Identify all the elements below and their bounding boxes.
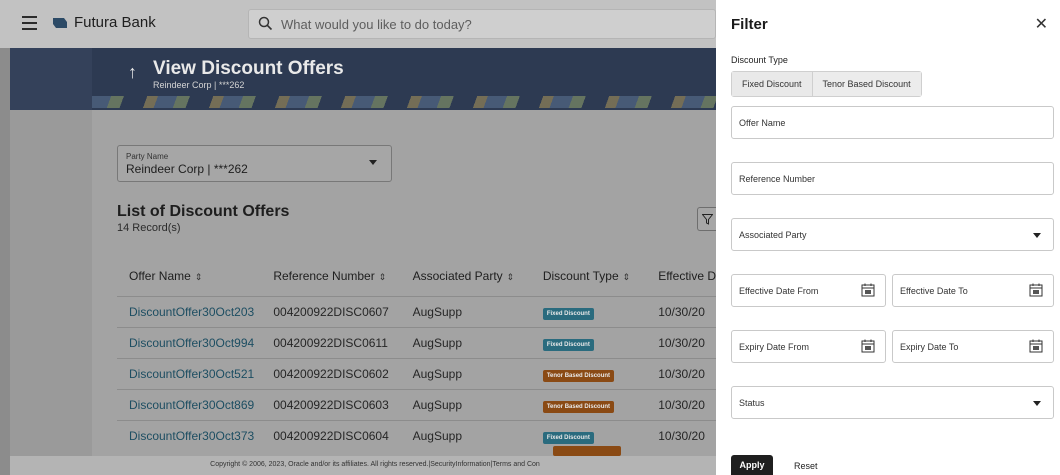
reference-number-cell: 004200922DISC0602 <box>261 357 401 389</box>
associated-party-cell: AugSupp <box>400 326 531 358</box>
effective-date-cell: 10/30/20 <box>646 419 716 451</box>
reference-number-cell: 004200922DISC0607 <box>261 295 401 327</box>
chevron-down-icon <box>369 160 377 165</box>
discount-type-label: Discount Type <box>731 55 788 65</box>
filter-button[interactable] <box>697 207 716 231</box>
column-header-reference-number[interactable]: Reference Number ⇕ <box>261 256 400 296</box>
associated-party-cell: AugSupp <box>400 419 531 451</box>
effective-date-cell: 10/30/20 <box>646 357 716 389</box>
discount-type-badge: Fixed Discount <box>542 338 594 351</box>
discount-type-cell: Fixed Discount <box>530 295 647 327</box>
party-name-label: Party Name <box>126 152 169 161</box>
search-bar[interactable]: What would you like to do today? <box>248 9 716 39</box>
offers-table: Offer Name ⇕ Reference Number ⇕ Associated… <box>117 256 716 451</box>
associated-party-cell: AugSupp <box>400 357 531 389</box>
table-row: DiscountOffer30Oct373 004200922DISC0604 Au… <box>117 419 716 451</box>
discount-type-badge: Tenor Based Discount <box>542 400 615 413</box>
discount-type-cell: Tenor Based Discount <box>530 357 647 389</box>
sort-icon[interactable]: ⇕ <box>379 272 387 282</box>
column-header-associated-party[interactable]: Associated Party ⇕ <box>401 256 531 296</box>
column-header-offer-name[interactable]: Offer Name ⇕ <box>117 256 261 296</box>
associated-party-cell: AugSupp <box>400 295 531 327</box>
filter-panel: Filter ✕ Discount Type Fixed Discount Te… <box>716 0 1060 475</box>
sort-icon[interactable]: ⇕ <box>623 272 631 282</box>
discount-type-toggle: Fixed Discount Tenor Based Discount <box>731 71 922 97</box>
effective-date-from-input[interactable]: Effective Date From <box>731 274 886 307</box>
column-header-effective-date[interactable]: Effective D <box>646 256 716 296</box>
effective-date-cell: 10/30/20 <box>646 388 716 420</box>
banner-decoration <box>92 96 716 108</box>
discount-type-badge: Fixed Discount <box>542 307 594 320</box>
filter-title: Filter <box>731 16 768 33</box>
left-strip <box>0 48 10 475</box>
table-row: DiscountOffer30Oct203 004200922DISC0607 Au… <box>117 295 716 327</box>
partial-badge <box>553 446 621 456</box>
page-title: View Discount Offers <box>153 58 344 79</box>
back-arrow-icon[interactable]: ↑ <box>128 62 137 83</box>
expiry-date-from-input[interactable]: Expiry Date From <box>731 330 886 363</box>
table-row: DiscountOffer30Oct521 004200922DISC0602 Au… <box>117 357 716 389</box>
offer-name-link[interactable]: DiscountOffer30Oct203 <box>117 295 262 327</box>
sort-icon[interactable]: ⇕ <box>195 272 203 282</box>
chevron-down-icon <box>1033 401 1041 406</box>
tenor-discount-option[interactable]: Tenor Based Discount <box>812 72 921 96</box>
table-header-row: Offer Name ⇕ Reference Number ⇕ Associated… <box>117 256 716 296</box>
discount-type-cell: Tenor Based Discount <box>530 388 647 420</box>
offer-name-link[interactable]: DiscountOffer30Oct521 <box>117 357 262 389</box>
calendar-icon[interactable] <box>1029 339 1043 353</box>
reset-button[interactable]: Reset <box>794 461 818 471</box>
expiry-date-to-input[interactable]: Expiry Date To <box>892 330 1054 363</box>
reference-number-cell: 004200922DISC0603 <box>261 388 401 420</box>
calendar-icon[interactable] <box>861 339 875 353</box>
sort-icon[interactable]: ⇕ <box>507 272 515 282</box>
record-count: 14 Record(s) <box>117 222 181 234</box>
party-name-select[interactable]: Party Name Reindeer Corp | ***262 <box>117 145 392 182</box>
chevron-down-icon <box>1033 233 1041 238</box>
table-row: DiscountOffer30Oct994 004200922DISC0611 Au… <box>117 326 716 358</box>
calendar-icon[interactable] <box>861 283 875 297</box>
bank-logo-icon <box>53 18 67 28</box>
footer: Copyright © 2006, 2023, Oracle and/or it… <box>10 456 716 475</box>
discount-type-badge: Fixed Discount <box>542 431 594 444</box>
status-select[interactable]: Status <box>731 386 1054 419</box>
table-row: DiscountOffer30Oct869 004200922DISC0603 Au… <box>117 388 716 420</box>
close-icon[interactable]: ✕ <box>1035 14 1048 34</box>
hamburger-menu-icon[interactable] <box>22 16 37 30</box>
search-placeholder: What would you like to do today? <box>281 17 472 32</box>
party-name-value: Reindeer Corp | ***262 <box>126 162 248 176</box>
discount-type-badge: Tenor Based Discount <box>542 369 615 382</box>
reference-number-cell: 004200922DISC0604 <box>261 419 401 451</box>
discount-type-cell: Fixed Discount <box>530 326 647 358</box>
offer-name-input[interactable]: Offer Name <box>731 106 1054 139</box>
column-header-discount-type[interactable]: Discount Type ⇕ <box>531 256 646 296</box>
offer-name-link[interactable]: DiscountOffer30Oct869 <box>117 388 262 420</box>
fixed-discount-option[interactable]: Fixed Discount <box>732 72 813 96</box>
effective-date-to-input[interactable]: Effective Date To <box>892 274 1054 307</box>
offer-name-link[interactable]: DiscountOffer30Oct994 <box>117 326 262 358</box>
calendar-icon[interactable] <box>1029 283 1043 297</box>
associated-party-cell: AugSupp <box>400 388 531 420</box>
associated-party-select[interactable]: Associated Party <box>731 218 1054 251</box>
reference-number-cell: 004200922DISC0611 <box>261 326 401 358</box>
search-icon <box>258 16 273 31</box>
offer-name-link[interactable]: DiscountOffer30Oct373 <box>117 419 262 451</box>
filter-icon <box>702 214 713 225</box>
page-subtitle: Reindeer Corp | ***262 <box>153 80 245 90</box>
effective-date-cell: 10/30/20 <box>646 295 716 327</box>
list-title: List of Discount Offers <box>117 203 290 220</box>
reference-number-input[interactable]: Reference Number <box>731 162 1054 195</box>
apply-button[interactable]: Apply <box>731 455 773 475</box>
effective-date-cell: 10/30/20 <box>646 326 716 358</box>
brand-name: Futura Bank <box>74 14 156 31</box>
